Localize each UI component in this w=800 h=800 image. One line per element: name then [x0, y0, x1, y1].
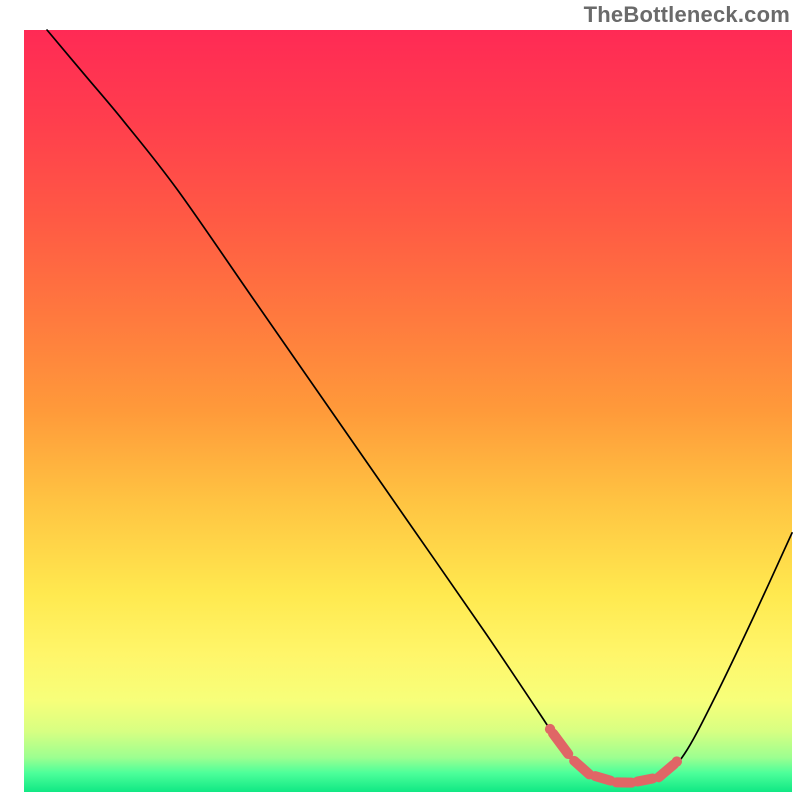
bottleneck-chart — [0, 0, 800, 800]
optimal-band-segment — [638, 778, 653, 781]
optimal-band-endpoint — [545, 724, 555, 734]
chart-container: TheBottleneck.com — [0, 0, 800, 800]
plot-background — [24, 30, 792, 792]
watermark-label: TheBottleneck.com — [584, 2, 790, 28]
optimal-band-endpoint — [672, 756, 682, 766]
optimal-band-segment — [595, 776, 610, 781]
